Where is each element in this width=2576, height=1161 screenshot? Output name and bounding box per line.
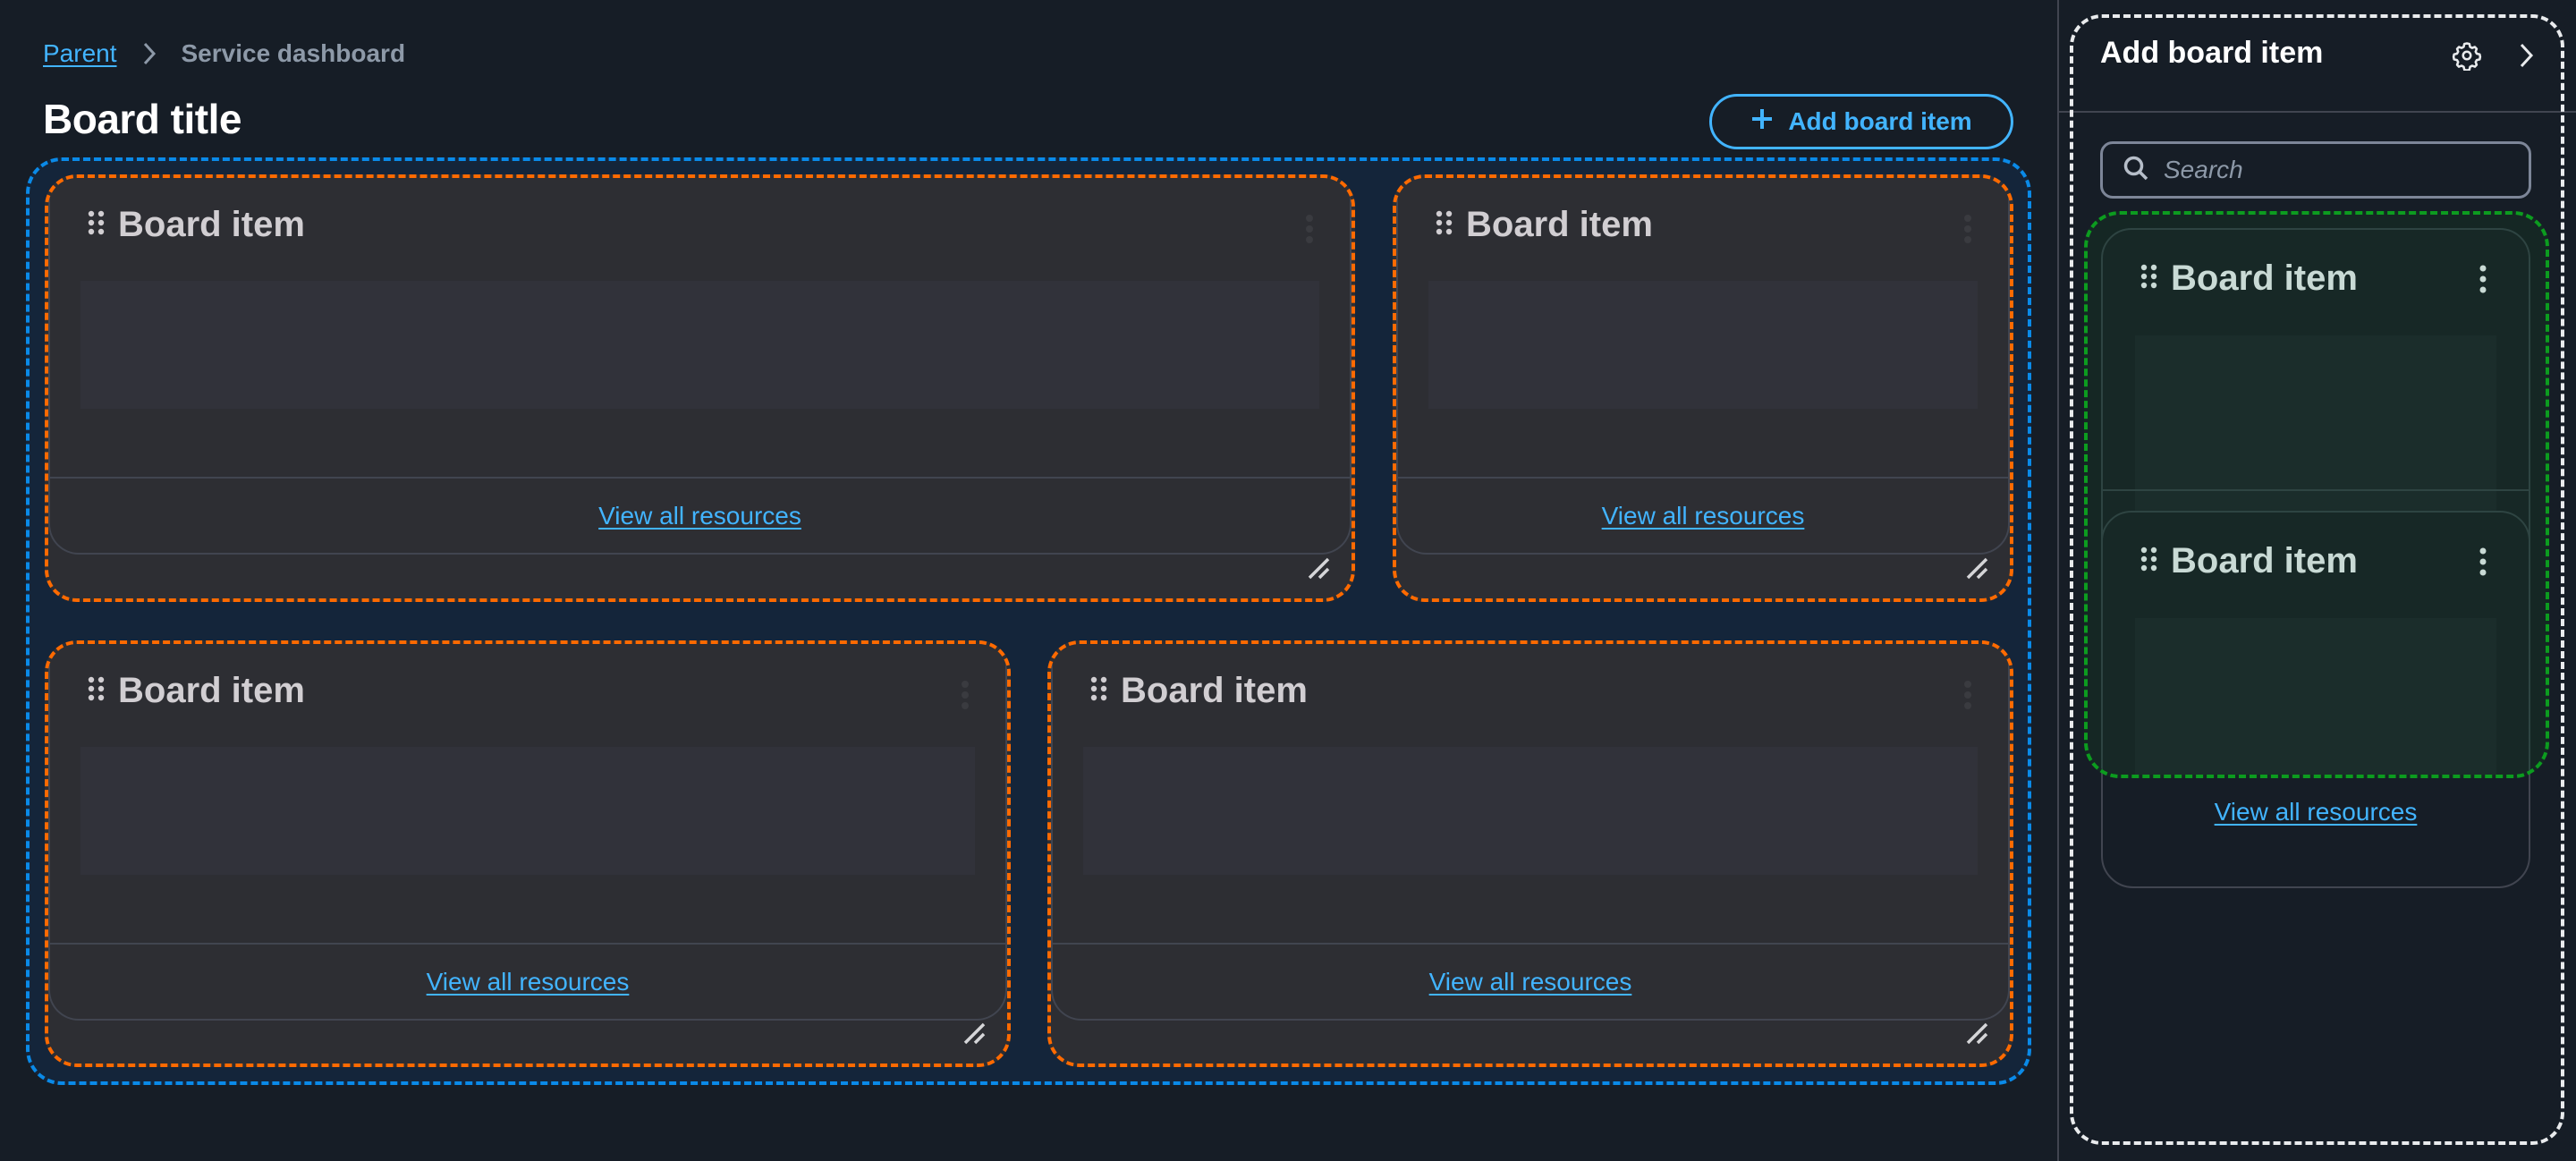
resize-handle-icon[interactable] xyxy=(962,1021,987,1046)
resize-handle-icon[interactable] xyxy=(1965,555,1990,580)
more-vertical-icon[interactable] xyxy=(1305,214,1314,244)
drag-handle-icon[interactable] xyxy=(1090,675,1108,707)
panel-resize-separator[interactable] xyxy=(2057,0,2059,1161)
view-all-resources-link[interactable]: View all resources xyxy=(1396,502,2010,530)
more-vertical-icon[interactable] xyxy=(961,680,970,710)
view-all-resources-link[interactable]: View all resources xyxy=(2101,798,2530,826)
palette-item-title: Board item xyxy=(2171,541,2358,580)
footer-divider xyxy=(48,477,1352,479)
board-item[interactable]: Board item View all resources xyxy=(1047,640,2013,1067)
panel-title: Add board item xyxy=(2100,36,2324,70)
plus-icon xyxy=(1750,107,1774,137)
view-all-resources-link[interactable]: View all resources xyxy=(48,968,1007,996)
drag-handle-icon[interactable] xyxy=(1436,209,1453,241)
resize-handle-icon[interactable] xyxy=(1965,1021,1990,1046)
content-placeholder xyxy=(1083,747,1978,875)
drag-handle-icon[interactable] xyxy=(88,675,106,707)
search-icon xyxy=(2123,155,2149,186)
board-item-title: Board item xyxy=(1121,671,1308,710)
palette-item[interactable]: Board item xyxy=(2101,511,2530,775)
more-vertical-icon[interactable] xyxy=(1963,214,1972,244)
drag-handle-icon[interactable] xyxy=(2140,546,2158,577)
board-item-title: Board item xyxy=(118,205,305,244)
palette-item-title: Board item xyxy=(2171,258,2358,298)
board-item-title: Board item xyxy=(118,671,305,710)
content-placeholder xyxy=(2135,618,2496,775)
palette-dropzone: Board item Board item xyxy=(2084,211,2549,778)
more-vertical-icon[interactable] xyxy=(2479,547,2487,577)
view-all-resources-link[interactable]: View all resources xyxy=(48,502,1352,530)
view-all-resources-link[interactable]: View all resources xyxy=(1051,968,2010,996)
breadcrumb: Parent Service dashboard xyxy=(43,38,405,70)
drag-handle-icon[interactable] xyxy=(2140,263,2158,294)
search-field[interactable] xyxy=(2100,141,2531,199)
drag-handle-icon[interactable] xyxy=(88,209,106,241)
footer-divider xyxy=(1051,943,2010,945)
content-placeholder xyxy=(1428,281,1978,409)
resize-handle-icon[interactable] xyxy=(1307,555,1332,580)
search-input[interactable] xyxy=(2162,155,2505,185)
board-item[interactable]: Board item View all resources xyxy=(45,640,1011,1067)
add-board-item-label: Add board item xyxy=(1788,107,1972,135)
footer-divider xyxy=(2103,489,2529,491)
gear-icon[interactable] xyxy=(2449,38,2485,73)
footer-divider xyxy=(48,943,1007,945)
add-board-item-button[interactable]: Add board item xyxy=(1709,94,2013,149)
page-title: Board title xyxy=(43,96,242,142)
more-vertical-icon[interactable] xyxy=(1963,680,1972,710)
board-item[interactable]: Board item View all resources xyxy=(1393,174,2013,602)
breadcrumb-current: Service dashboard xyxy=(181,39,406,67)
breadcrumb-parent-link[interactable]: Parent xyxy=(43,39,117,68)
board-item-title: Board item xyxy=(1466,205,1653,244)
footer-divider xyxy=(1396,477,2010,479)
content-placeholder xyxy=(80,281,1319,409)
chevron-right-icon[interactable] xyxy=(2508,38,2544,73)
content-placeholder xyxy=(80,747,975,875)
board-item[interactable]: Board item View all resources xyxy=(45,174,1355,602)
chevron-right-icon xyxy=(133,38,165,70)
more-vertical-icon[interactable] xyxy=(2479,264,2487,294)
